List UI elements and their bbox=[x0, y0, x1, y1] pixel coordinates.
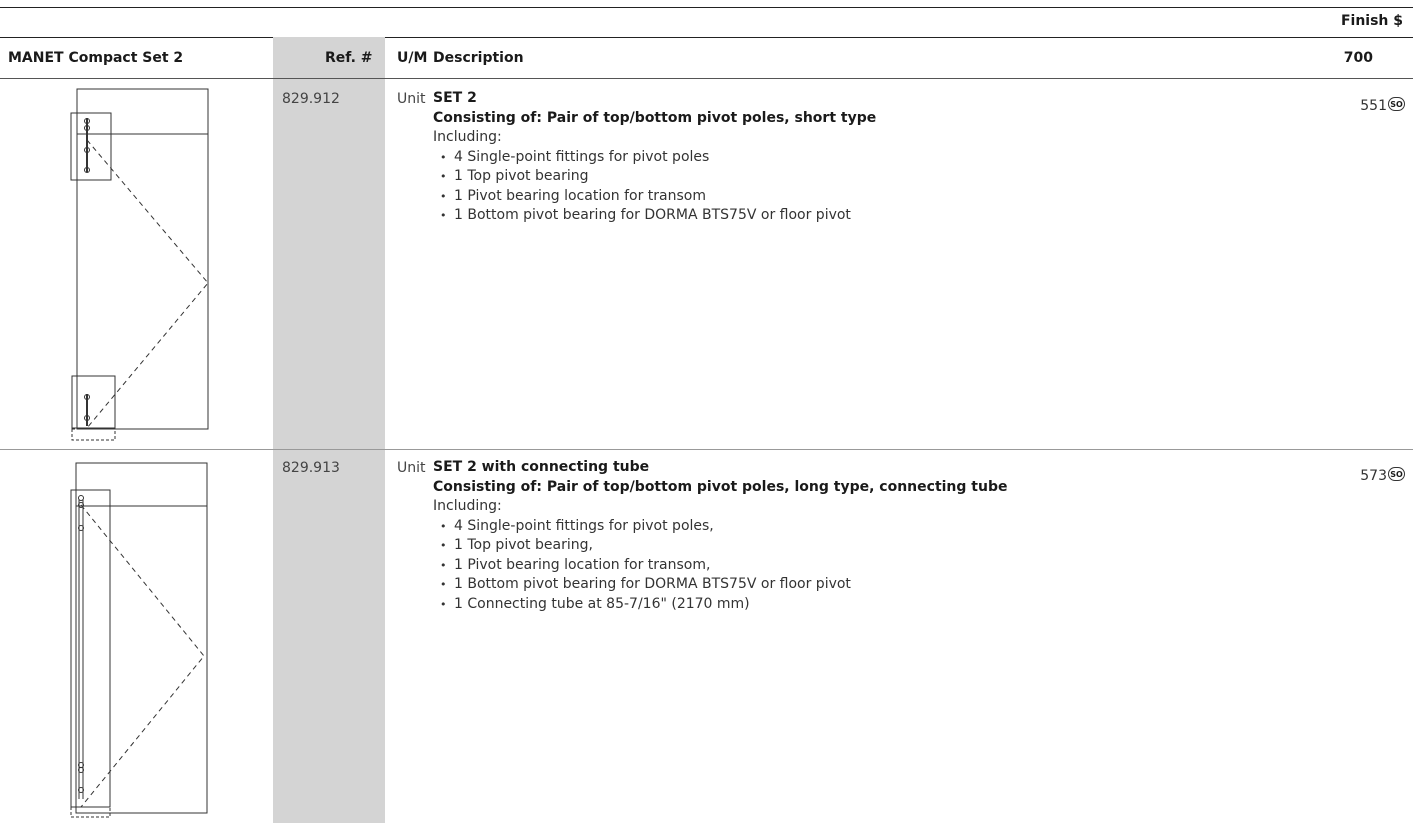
row2-price: 573 bbox=[1360, 468, 1387, 484]
top-rule bbox=[0, 7, 1413, 8]
row1-ref: 829.912 bbox=[282, 91, 340, 107]
row-divider bbox=[0, 449, 1413, 450]
list-item: 1 Pivot bearing location for transom bbox=[433, 187, 1313, 207]
um-column-header: U/M bbox=[397, 50, 428, 66]
header-top-rule bbox=[0, 37, 1413, 38]
ref-column-shading bbox=[273, 37, 385, 823]
row2-title: SET 2 with connecting tube bbox=[433, 459, 650, 475]
row2-including-label: Including: bbox=[433, 498, 502, 514]
row1-subtitle: Consisting of: Pair of top/bottom pivot … bbox=[433, 109, 877, 126]
row1-price: 551 bbox=[1360, 98, 1387, 114]
list-item: 1 Bottom pivot bearing for DORMA BTS75V … bbox=[433, 575, 1313, 595]
row1-including-label: Including: bbox=[433, 129, 502, 145]
row1-um: Unit bbox=[397, 91, 426, 107]
finish-header: Finish $ bbox=[1340, 13, 1403, 29]
product-column-header: MANET Compact Set 2 bbox=[8, 50, 184, 66]
list-item: 1 Connecting tube at 85-7/16" (2170 mm) bbox=[433, 595, 1313, 615]
row2-description: SET 2 with connecting tube Consisting of… bbox=[433, 458, 1313, 614]
row1-title: SET 2 bbox=[433, 90, 477, 106]
set2-tube-drawing bbox=[70, 462, 208, 818]
header-bottom-rule bbox=[0, 78, 1413, 79]
row2-so-badge: SO bbox=[1388, 467, 1405, 481]
list-item: 1 Bottom pivot bearing for DORMA BTS75V … bbox=[433, 206, 1313, 226]
description-column-header: Description bbox=[433, 50, 524, 66]
row2-subtitle: Consisting of: Pair of top/bottom pivot … bbox=[433, 478, 1008, 495]
list-item: 1 Top pivot bearing, bbox=[433, 536, 1313, 556]
ref-column-header: Ref. # bbox=[325, 50, 373, 66]
set2-short-drawing bbox=[70, 88, 209, 441]
row1-description: SET 2 Consisting of: Pair of top/bottom … bbox=[433, 89, 1313, 226]
list-item: 4 Single-point fittings for pivot poles bbox=[433, 148, 1313, 168]
list-item: 1 Pivot bearing location for transom, bbox=[433, 556, 1313, 576]
list-item: 1 Top pivot bearing bbox=[433, 167, 1313, 187]
list-item: 4 Single-point fittings for pivot poles, bbox=[433, 517, 1313, 537]
row2-ref: 829.913 bbox=[282, 460, 340, 476]
row1-item-list: 4 Single-point fittings for pivot poles … bbox=[433, 148, 1313, 226]
finish-code-header: 700 bbox=[1343, 50, 1373, 66]
row2-item-list: 4 Single-point fittings for pivot poles,… bbox=[433, 517, 1313, 615]
row2-um: Unit bbox=[397, 460, 426, 476]
row1-so-badge: SO bbox=[1388, 97, 1405, 111]
